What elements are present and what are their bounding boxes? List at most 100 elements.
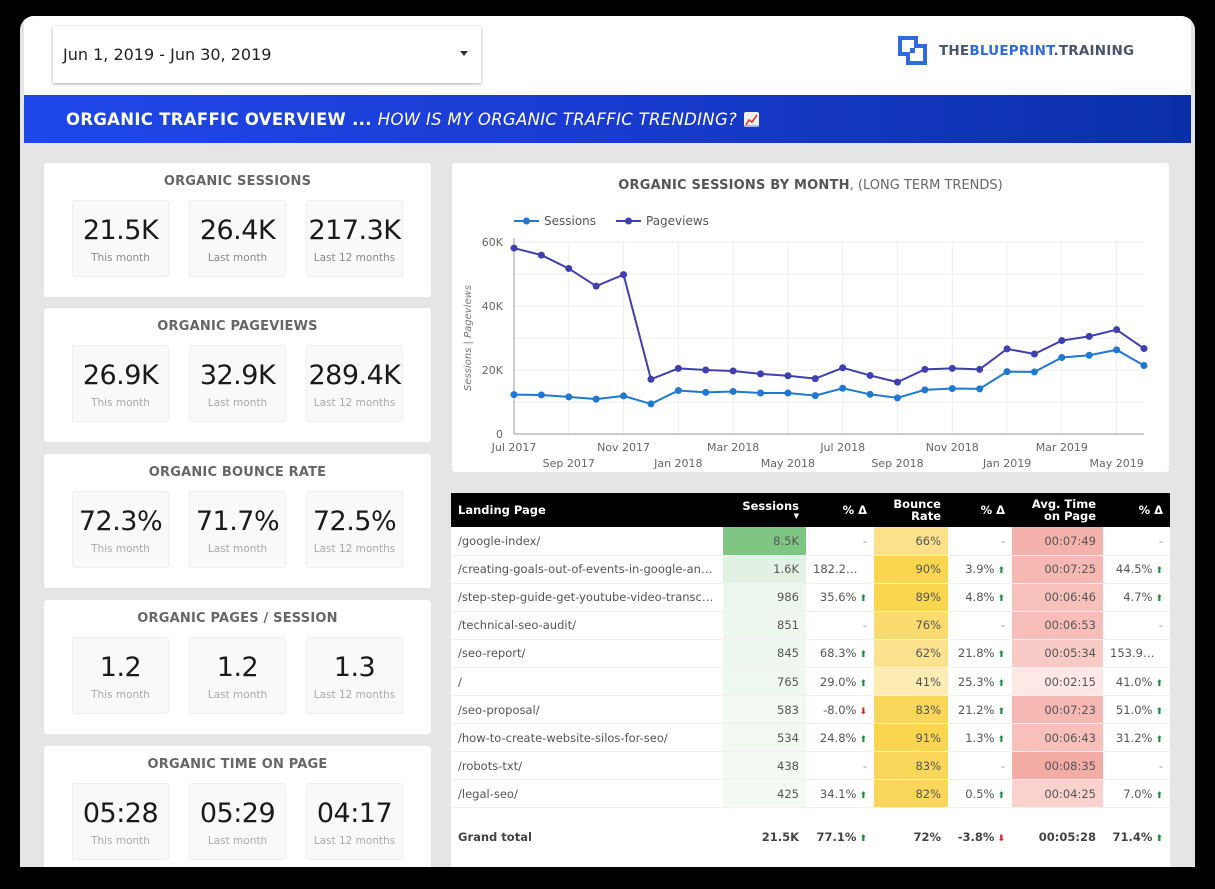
bounce-rate-cell: 66% [874,527,948,556]
kpi-value: 1.2 [216,652,259,683]
table-row[interactable]: /legal-seo/425 34.1% ⬆ 82% 0.5% ⬆ 00:04:25 7.0%… [451,779,1170,809]
data-point-pageviews [537,251,545,259]
kpi-value: 72.5% [312,506,397,537]
data-point-sessions [702,388,710,396]
kpi-value: 1.2 [99,652,142,683]
data-point-sessions [948,385,956,393]
header-bounce-rate[interactable]: Bounce Rate [874,493,948,527]
arrow-up-icon: ⬆ [859,650,867,661]
landing-page-cell[interactable]: /creating-goals-out-of-events-in-google-… [451,555,723,584]
sessions-cell: 425 [723,779,806,809]
landing-page-cell[interactable]: /legal-seo/ [451,779,723,809]
table-row[interactable]: /seo-report/845 68.3% ⬆ 62% 21.8% ⬆ 00:05:34 15… [451,639,1170,668]
arrow-up-icon: ⬆ [859,594,867,605]
total-sessions-delta-cell: 77.1% ⬆ [806,807,874,866]
kpi-tile: 1.2 Last month [189,637,286,714]
kpi-value: 26.4K [199,215,276,246]
sessions-delta-cell: - [806,611,874,640]
sessions-delta-cell: 68.3% ⬆ [806,639,874,668]
header-bounce-delta[interactable]: % Δ [948,493,1012,527]
x-tick-label: Sep 2017 [543,457,595,470]
kpi-title: ORGANIC SESSIONS [163,174,312,189]
avg-time-cell: 00:06:53 [1012,611,1103,640]
time-delta-cell: 31.2% ⬆ [1103,723,1170,753]
data-point-pageviews [647,375,655,383]
time-delta-cell: 7.0% ⬆ [1103,779,1170,809]
grand-total-label: Grand total [451,807,723,866]
landing-page-cell[interactable]: / [451,667,723,697]
x-tick-label: Jul 2018 [819,441,865,454]
sessions-cell: 851 [723,611,806,640]
table-row[interactable]: /how-to-create-website-silos-for-seo/534… [451,723,1170,753]
avg-time-cell: 00:07:23 [1012,695,1103,725]
header-time-delta[interactable]: % Δ [1103,493,1170,527]
data-point-sessions [1030,368,1038,376]
kpi-card-organic-pageviews: ORGANIC PAGEVIEWS 26.9K This month 32.9K Las… [44,308,431,442]
sessions-delta-cell: 34.1% ⬆ [806,779,874,809]
arrow-up-icon: ⬆ [1155,566,1163,577]
landing-page-cell[interactable]: /step-step-guide-get-youtube-video-trans… [451,583,723,612]
kpi-value: 71.7% [195,506,280,537]
date-range-picker[interactable]: Jun 1, 2019 - Jun 30, 2019 [53,26,481,83]
kpi-tile: 1.3 Last 12 months [306,637,403,714]
landing-page-cell[interactable]: /seo-proposal/ [451,695,723,725]
sessions-cell: 986 [723,583,806,612]
table-row[interactable]: /step-step-guide-get-youtube-video-trans… [451,583,1170,612]
data-point-sessions [757,389,765,397]
top-bar: Jun 1, 2019 - Jun 30, 2019 THEBLUEPRINT.… [24,16,1191,95]
sort-descending-icon[interactable]: ▼ [730,512,799,520]
data-point-pageviews [784,372,792,380]
data-point-sessions [866,390,874,398]
bounce-delta-cell: 4.8% ⬆ [948,583,1012,612]
kpi-tile: 1.2 This month [72,637,169,714]
table-row[interactable]: /seo-proposal/583 -8.0% ⬇ 83% 21.2% ⬆ 00:07:23… [451,695,1170,725]
table-row[interactable]: /google-index/8.5K -66% -00:07:49- [451,527,1170,556]
landing-page-cell[interactable]: /technical-seo-audit/ [451,611,723,640]
landing-page-cell[interactable]: /seo-report/ [451,639,723,668]
kpi-value: 72.3% [78,506,163,537]
data-point-pageviews [1058,337,1066,345]
header-avg-time[interactable]: Avg. Time on Page [1012,493,1103,527]
kpi-tile: 72.5% Last 12 months [306,491,403,568]
dropdown-caret-icon[interactable] [460,51,468,56]
arrow-up-icon: ⬆ [997,706,1005,717]
data-point-sessions [784,389,792,397]
avg-time-cell: 00:06:43 [1012,723,1103,753]
table-row[interactable]: /robots-txt/438-83% -00:08:35- [451,751,1170,781]
data-point-sessions [537,391,545,399]
kpi-tiles: 21.5K This month 26.4K Last month 217.3K Last… [72,200,403,277]
kpi-tiles: 72.3% This month 71.7% Last month 72.5% Last … [72,491,403,568]
arrow-up-icon: ⬆ [1156,650,1165,661]
table-row[interactable]: /technical-seo-audit/851-76% -00:06:53- [451,611,1170,640]
bounce-delta-cell: 1.3% ⬆ [948,723,1012,753]
data-point-pageviews [1030,350,1038,358]
table-row[interactable]: /creating-goals-out-of-events-in-google-… [451,555,1170,584]
kpi-label: Last month [207,252,268,264]
landing-page-cell[interactable]: /google-index/ [451,527,723,556]
table-row[interactable]: /765 29.0% ⬆ 41% 25.3% ⬆ 00:02:15 41.0% ⬆ [451,667,1170,697]
kpi-tile: 72.3% This month [72,491,169,568]
data-point-pageviews [620,271,628,279]
data-point-pageviews [921,365,929,373]
bounce-delta-cell: 21.2% ⬆ [948,695,1012,725]
dashboard-frame: Jun 1, 2019 - Jun 30, 2019 THEBLUEPRINT.… [20,16,1195,867]
kpi-tile: 26.4K Last month [189,200,286,277]
kpi-card-organic-time-on-page: ORGANIC TIME ON PAGE 05:28 This month 05:29… [44,746,431,867]
header-sessions-delta[interactable]: % Δ [806,493,874,527]
arrow-up-icon: ⬆ [1155,678,1163,689]
data-point-pageviews [811,375,819,383]
kpi-tiles: 26.9K This month 32.9K Last month 289.4K Last… [72,345,403,422]
header-sessions[interactable]: Sessions ▼ [723,493,806,527]
landing-page-cell[interactable]: /robots-txt/ [451,751,723,781]
time-delta-cell: 44.5% ⬆ [1103,555,1170,584]
avg-time-cell: 00:07:25 [1012,555,1103,584]
y-axis-title: Sessions | Pageviews [463,285,474,391]
kpi-label: Last month [207,689,268,701]
sessions-cell: 8.5K [723,527,806,556]
bounce-rate-cell: 83% [874,695,948,725]
bounce-rate-cell: 89% [874,583,948,612]
arrow-up-icon: ⬆ [997,650,1005,661]
header-landing-page[interactable]: Landing Page [451,493,723,527]
landing-page-cell[interactable]: /how-to-create-website-silos-for-seo/ [451,723,723,753]
data-point-sessions [1003,368,1011,376]
